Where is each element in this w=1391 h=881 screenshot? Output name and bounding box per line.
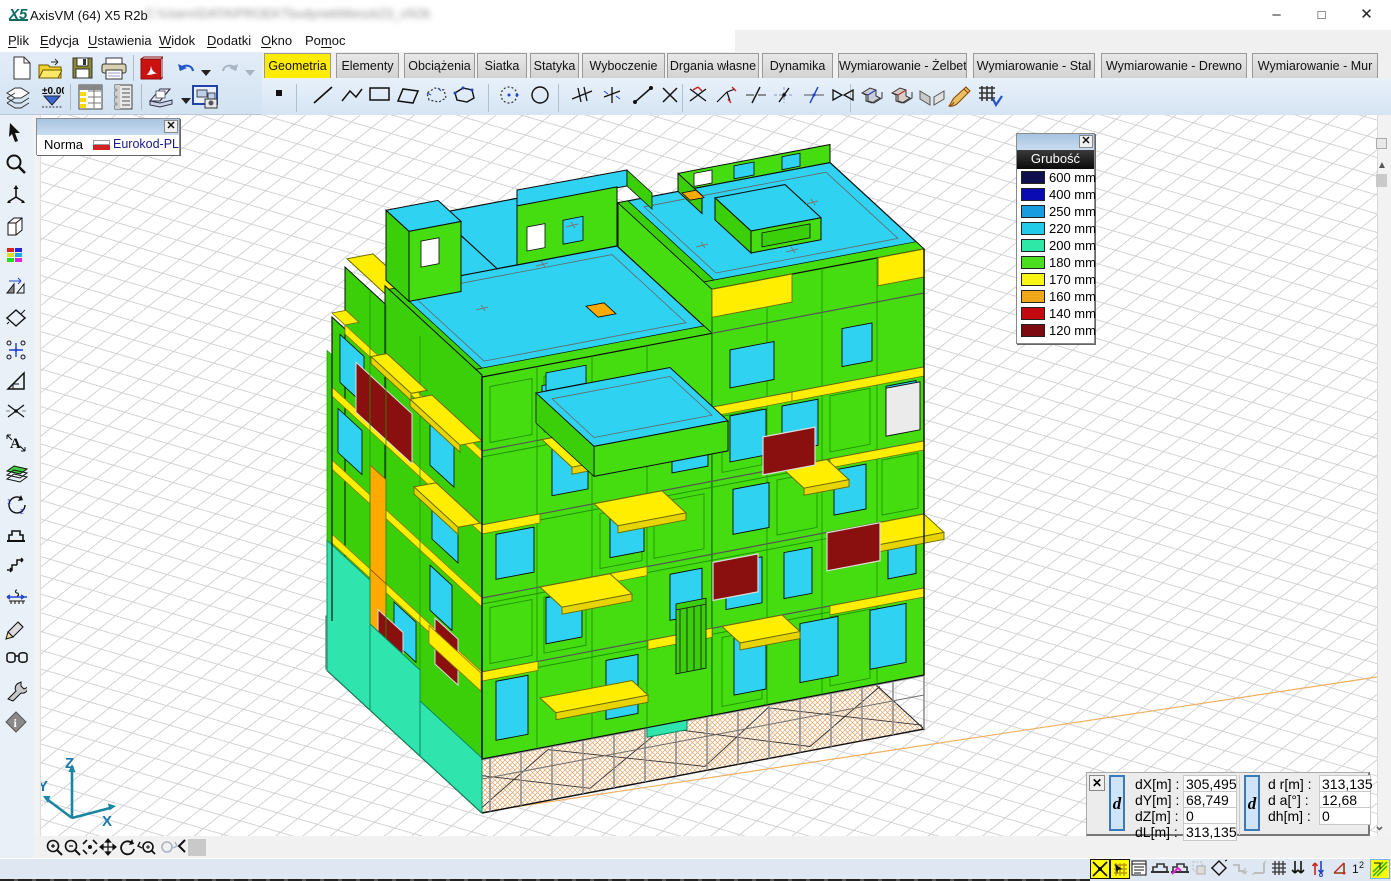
svg-text:Z: Z (65, 756, 74, 772)
svg-text:2: 2 (1359, 860, 1364, 870)
svg-text:±0.00: ±0.00 (42, 86, 64, 97)
svg-text:A: A (10, 436, 21, 452)
svg-text:1: 1 (7, 499, 11, 506)
svg-text:X: X (102, 813, 112, 830)
svg-text:2: 2 (20, 509, 24, 516)
svg-text:1: 1 (1352, 862, 1359, 876)
